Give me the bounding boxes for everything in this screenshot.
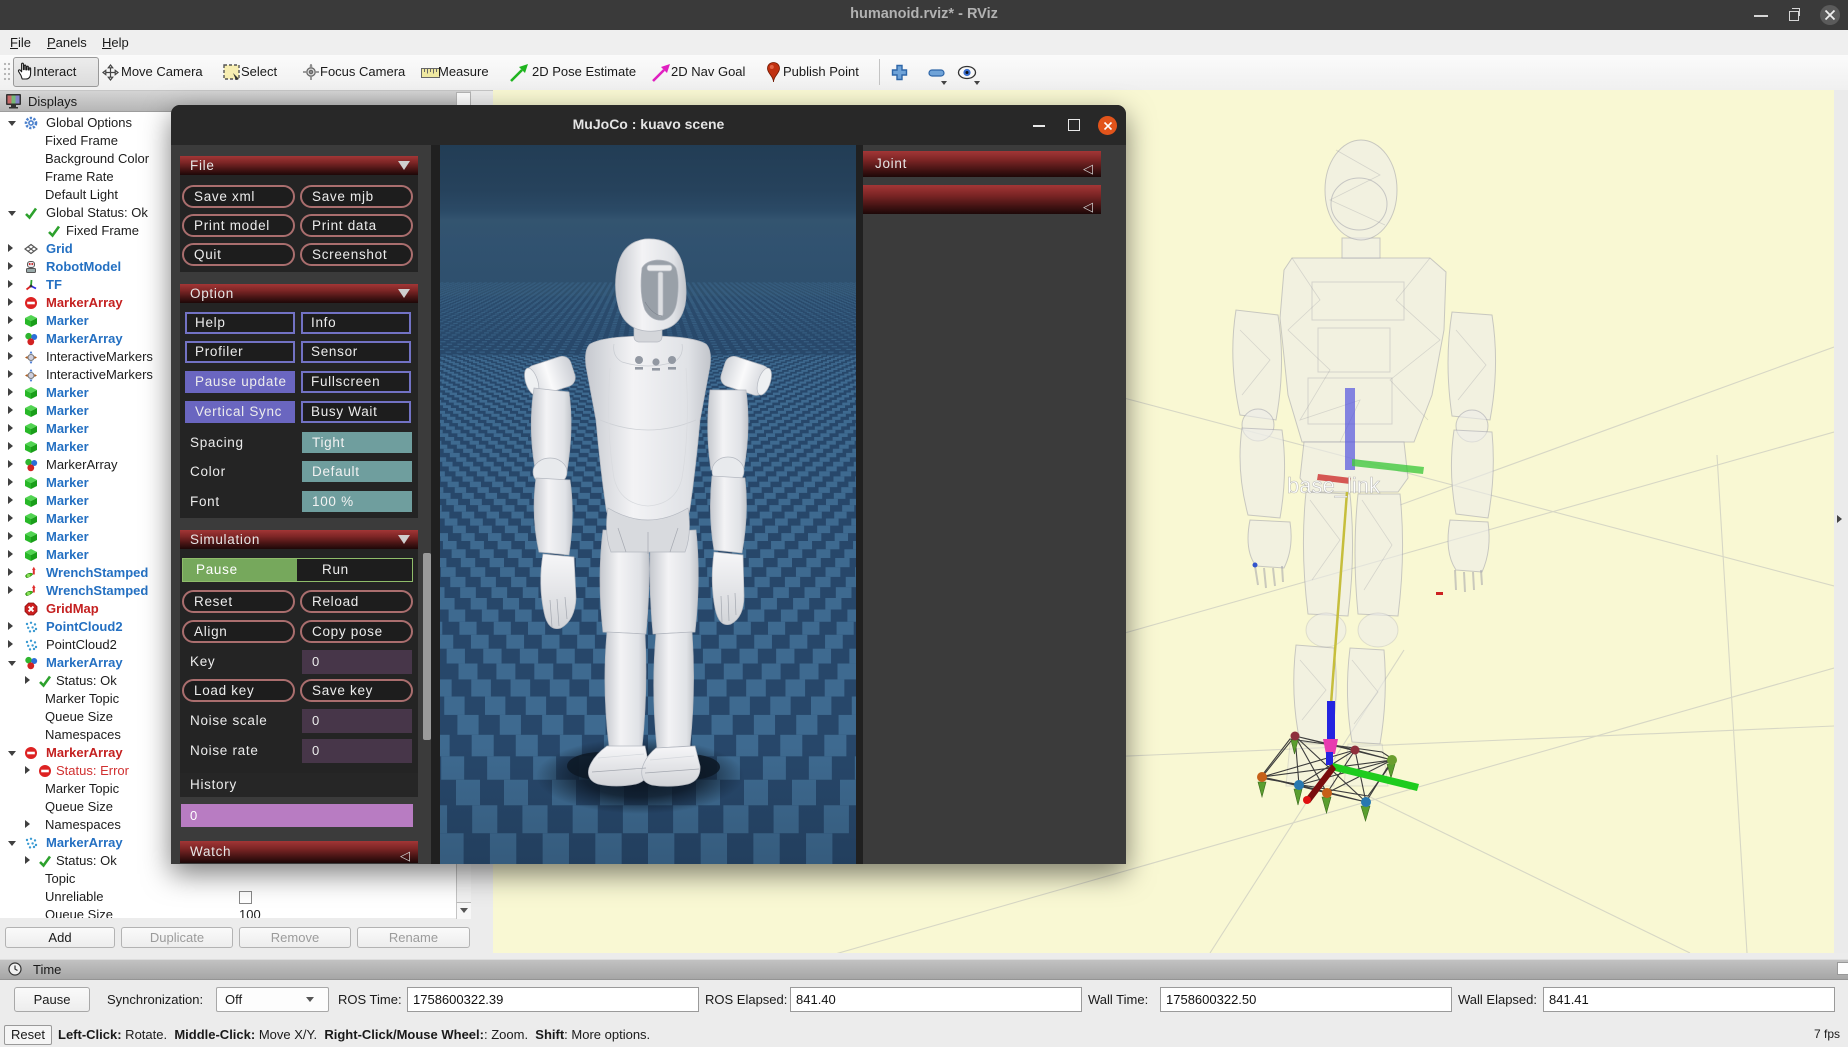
svg-text:base_link: base_link xyxy=(1287,473,1381,498)
